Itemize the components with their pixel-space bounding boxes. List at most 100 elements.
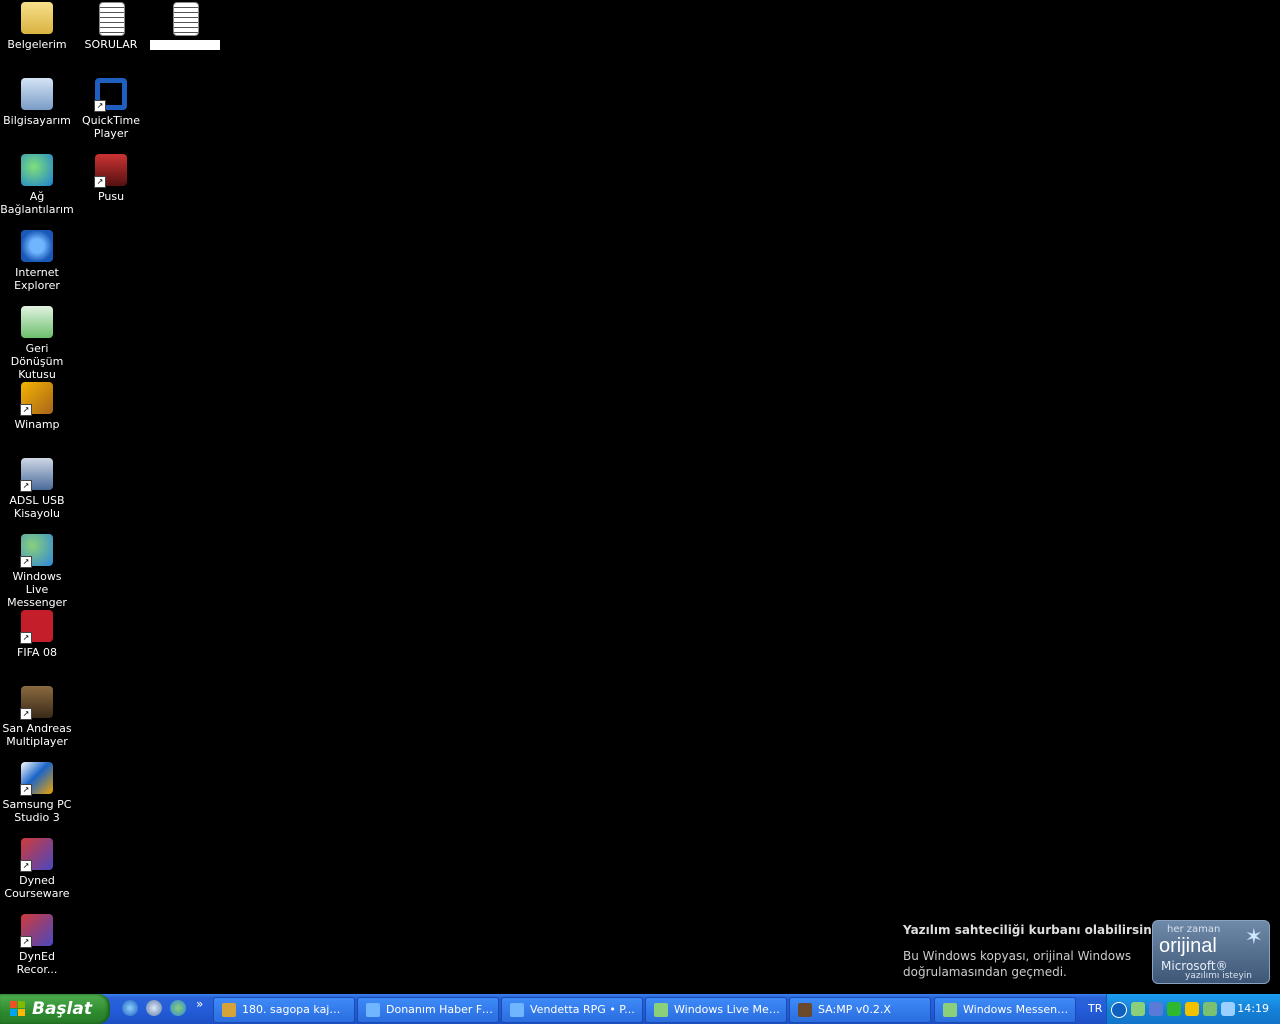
task-label: SA:MP v0.2.X bbox=[818, 1003, 891, 1016]
desktop-icon-adsl[interactable]: ↗ ADSL USB Kisayolu bbox=[0, 456, 74, 532]
language-indicator[interactable]: TR bbox=[1088, 994, 1106, 1024]
star-icon: ✶ bbox=[1244, 925, 1263, 950]
desktop-icon-samsung[interactable]: ↗ Samsung PC Studio 3 bbox=[0, 760, 74, 836]
taskbar-button-winamp[interactable]: 180. sagopa kajm... bbox=[213, 997, 355, 1023]
desktop: Belgelerim Bilgisayarım Ağ Bağlantılarım… bbox=[0, 0, 1280, 994]
taskbar-button-live-messenger[interactable]: Windows Live Mes... bbox=[645, 997, 787, 1023]
shortcut-arrow-icon: ↗ bbox=[20, 708, 32, 720]
messenger-task-icon bbox=[654, 1003, 668, 1017]
desktop-icon-label: Geri Dönüşüm Kutusu bbox=[10, 342, 64, 381]
task-label: Donanım Haber Fo... bbox=[386, 1003, 494, 1016]
desktop-icon-label: Windows Live Messenger bbox=[7, 570, 67, 609]
desktop-icon-bilgisayarim[interactable]: Bilgisayarım bbox=[0, 76, 74, 152]
ie-task-icon bbox=[510, 1003, 524, 1017]
desktop-icon-label: Ağ Bağlantılarım bbox=[0, 190, 74, 216]
network-tray-icon[interactable] bbox=[1149, 1002, 1163, 1016]
shortcut-arrow-icon: ↗ bbox=[20, 556, 32, 568]
desktop-icon-label: Belgelerim bbox=[7, 38, 67, 51]
my-documents-icon bbox=[21, 2, 53, 34]
desktop-icon-label: DynEd Recor... bbox=[16, 950, 58, 976]
start-label: Başlat bbox=[32, 999, 92, 1019]
desktop-icon-belgelerim[interactable]: Belgelerim bbox=[0, 0, 74, 76]
messenger-status-tray-icon[interactable] bbox=[1203, 1002, 1217, 1016]
taskbar: Başlat » 180. sagopa kajm... Donanım Hab… bbox=[0, 994, 1280, 1024]
quicklaunch-chevron-icon[interactable]: » bbox=[196, 997, 203, 1011]
desktop-icon-label bbox=[148, 38, 222, 53]
taskbar-button-donanim-haber[interactable]: Donanım Haber Fo... bbox=[357, 997, 499, 1023]
shortcut-arrow-icon: ↗ bbox=[20, 404, 32, 416]
network-icon bbox=[21, 154, 53, 186]
desktop-icon-label: SORULAR bbox=[84, 38, 138, 51]
samp-task-icon bbox=[798, 1003, 812, 1017]
desktop-icon-winamp[interactable]: ↗ Winamp bbox=[0, 380, 74, 456]
desktop-icon-samp[interactable]: ↗ San Andreas Multiplayer bbox=[0, 684, 74, 760]
system-tray: 14:19 bbox=[1106, 994, 1280, 1024]
desktop-icon-ag-baglantilarim[interactable]: Ağ Bağlantılarım bbox=[0, 152, 74, 228]
redacted-label bbox=[150, 40, 220, 50]
tray-expand-icon[interactable] bbox=[1111, 1002, 1127, 1018]
task-label: Windows Live Mes... bbox=[674, 1003, 782, 1016]
desktop-icon-quicktime[interactable]: ↗ QuickTime Player bbox=[74, 76, 148, 152]
internet-explorer-quicklaunch-icon[interactable] bbox=[122, 1000, 138, 1016]
badge-line-2: orijinal bbox=[1159, 935, 1217, 957]
play-tray-icon[interactable] bbox=[1167, 1002, 1181, 1016]
desktop-column-1: Belgelerim Bilgisayarım Ağ Bağlantılarım… bbox=[0, 0, 74, 988]
desktop-icon-label: Pusu bbox=[97, 190, 125, 203]
browser-quicklaunch-icon[interactable] bbox=[146, 1000, 162, 1016]
genuine-star-tray-icon[interactable] bbox=[1221, 1002, 1235, 1016]
desktop-icon-internet-explorer[interactable]: Internet Explorer bbox=[0, 228, 74, 304]
taskbar-button-windows-messenger[interactable]: Windows Messenger bbox=[934, 997, 1076, 1023]
desktop-icon-redacted-document[interactable] bbox=[148, 0, 222, 76]
my-computer-icon bbox=[21, 78, 53, 110]
genuine-advantage-balloon[interactable]: Yazılım sahteciliği kurbanı olabilirsini… bbox=[895, 916, 1273, 988]
taskbar-button-samp[interactable]: SA:MP v0.2.X bbox=[789, 997, 931, 1023]
messenger-quicklaunch-icon[interactable] bbox=[170, 1000, 186, 1016]
recycle-bin-icon bbox=[21, 306, 53, 338]
desktop-icon-fifa[interactable]: ↗ FIFA 08 bbox=[0, 608, 74, 684]
desktop-icon-label: San Andreas Multiplayer bbox=[2, 722, 72, 748]
desktop-column-2: SORULAR ↗ QuickTime Player ↗ Pusu bbox=[74, 0, 148, 228]
shortcut-arrow-icon: ↗ bbox=[20, 480, 32, 492]
desktop-icon-pusu[interactable]: ↗ Pusu bbox=[74, 152, 148, 228]
badge-line-1: her zaman bbox=[1167, 924, 1221, 935]
desktop-icon-label: Samsung PC Studio 3 bbox=[2, 798, 72, 824]
shortcut-arrow-icon: ↗ bbox=[20, 632, 32, 644]
desktop-icon-label: QuickTime Player bbox=[81, 114, 141, 140]
shortcut-arrow-icon: ↗ bbox=[20, 936, 32, 948]
messenger-task-icon bbox=[943, 1003, 957, 1017]
task-label: 180. sagopa kajm... bbox=[242, 1003, 350, 1016]
desktop-icon-sorular[interactable]: SORULAR bbox=[74, 0, 148, 76]
desktop-icon-label: Internet Explorer bbox=[14, 266, 60, 292]
genuine-microsoft-badge: her zaman orijinal Microsoft® yazılımı i… bbox=[1152, 920, 1270, 984]
desktop-icon-label: Dyned Courseware bbox=[4, 874, 70, 900]
task-label: Windows Messenger bbox=[963, 1003, 1071, 1016]
desktop-icon-label: Bilgisayarım bbox=[3, 114, 71, 127]
desktop-icon-dyned-courseware[interactable]: ↗ Dyned Courseware bbox=[0, 836, 74, 912]
taskbar-button-vendetta[interactable]: Vendetta RPG • P... bbox=[501, 997, 643, 1023]
document-icon bbox=[173, 2, 199, 36]
winamp-task-icon bbox=[222, 1003, 236, 1017]
messenger-tray-icon[interactable] bbox=[1131, 1002, 1145, 1016]
start-button[interactable]: Başlat bbox=[0, 994, 110, 1024]
balloon-body: Bu Windows kopyası, orijinal Windows doğ… bbox=[903, 949, 1132, 979]
security-shield-icon[interactable] bbox=[1185, 1002, 1199, 1016]
badge-line-4: yazılımı isteyin bbox=[1185, 971, 1252, 981]
internet-explorer-icon bbox=[21, 230, 53, 262]
desktop-icon-label: Winamp bbox=[14, 418, 60, 431]
shortcut-arrow-icon: ↗ bbox=[20, 860, 32, 872]
shortcut-arrow-icon: ↗ bbox=[94, 100, 106, 112]
shortcut-arrow-icon: ↗ bbox=[94, 176, 106, 188]
task-label: Vendetta RPG • P... bbox=[530, 1003, 635, 1016]
clock[interactable]: 14:19 bbox=[1237, 994, 1269, 1024]
ie-task-icon bbox=[366, 1003, 380, 1017]
balloon-title: Yazılım sahteciliği kurbanı olabilirsini… bbox=[903, 923, 1168, 937]
desktop-icon-label: ADSL USB Kisayolu bbox=[9, 494, 65, 520]
desktop-icon-label: FIFA 08 bbox=[17, 646, 57, 659]
shortcut-arrow-icon: ↗ bbox=[20, 784, 32, 796]
windows-logo-icon bbox=[10, 1001, 26, 1017]
desktop-icon-dyned-recorder[interactable]: ↗ DynEd Recor... bbox=[0, 912, 74, 988]
desktop-column-3 bbox=[148, 0, 222, 76]
desktop-icon-windows-live-messenger[interactable]: ↗ Windows Live Messenger bbox=[0, 532, 74, 609]
document-icon bbox=[99, 2, 125, 36]
desktop-icon-recycle-bin[interactable]: Geri Dönüşüm Kutusu bbox=[0, 304, 74, 381]
